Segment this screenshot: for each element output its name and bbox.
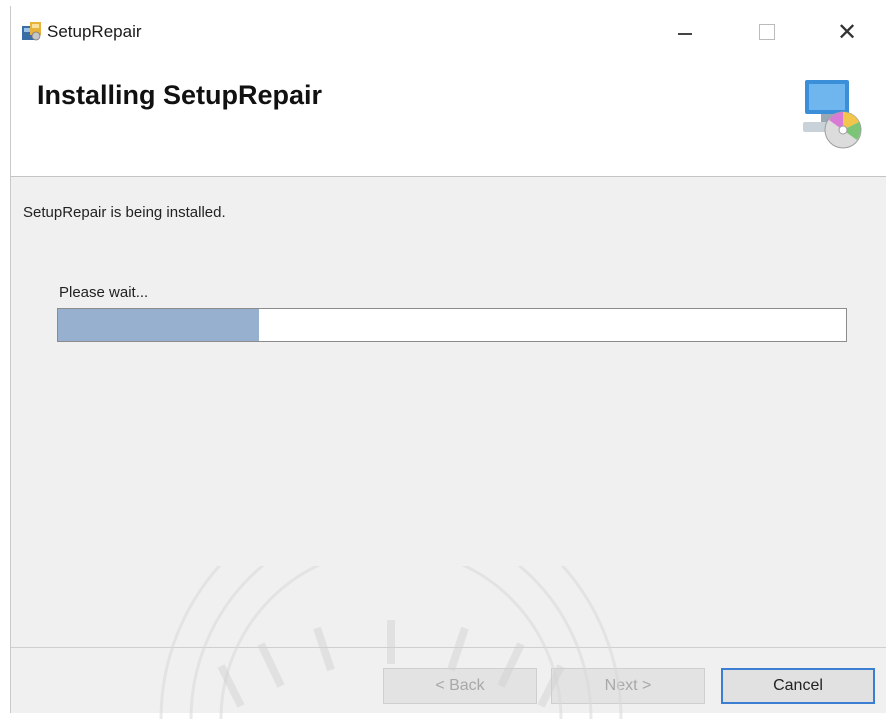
wizard-header: Installing SetupRepair bbox=[11, 58, 886, 177]
install-progress-bar bbox=[57, 308, 847, 342]
title-bar[interactable]: SetupRepair ✕ bbox=[11, 6, 886, 58]
maximize-icon bbox=[759, 24, 775, 40]
installer-app-icon bbox=[22, 22, 41, 41]
progress-fill bbox=[58, 309, 259, 341]
next-button[interactable]: Next > bbox=[551, 668, 705, 704]
minimize-icon bbox=[678, 33, 692, 35]
close-icon: ✕ bbox=[836, 18, 858, 46]
maximize-button[interactable] bbox=[739, 12, 795, 52]
page-title: Installing SetupRepair bbox=[37, 80, 323, 110]
cancel-button[interactable]: Cancel bbox=[721, 668, 875, 704]
footer-divider bbox=[11, 647, 886, 648]
back-button[interactable]: < Back bbox=[383, 668, 537, 704]
installer-window: · SetupRepair ✕ Installing SetupRepair bbox=[10, 6, 886, 719]
status-text: SetupRepair is being installed. bbox=[23, 204, 226, 221]
close-button[interactable]: ✕ bbox=[819, 12, 875, 52]
window-title: SetupRepair bbox=[47, 22, 142, 41]
wait-label: Please wait... bbox=[59, 284, 149, 301]
computer-disc-icon bbox=[803, 80, 862, 149]
minimize-button[interactable] bbox=[657, 12, 713, 52]
